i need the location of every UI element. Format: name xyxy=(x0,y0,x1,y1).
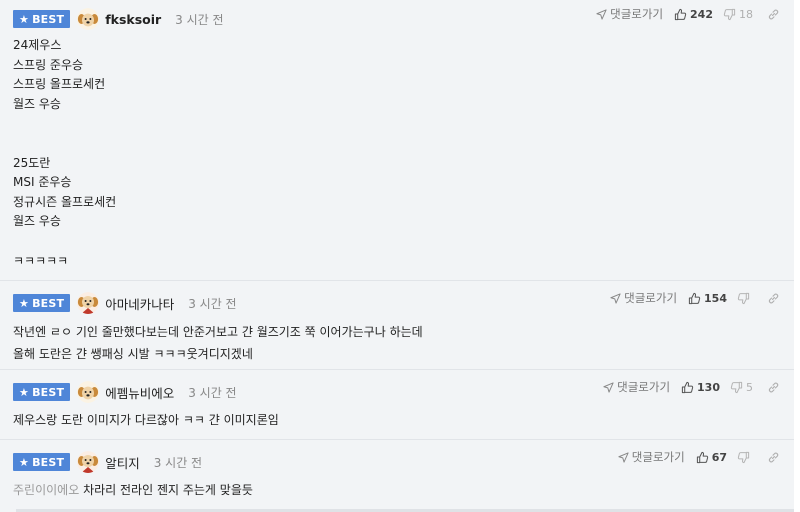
link-icon xyxy=(768,9,779,19)
comment-body: 24제우스 스프링 준우승 스프링 올프로세컨 월즈 우승 25도란 MSI 준… xyxy=(13,36,116,271)
thumbs-down-icon xyxy=(730,381,743,393)
avatar[interactable] xyxy=(77,451,100,473)
comment-header: ★ BEST 에펨뉴비에오 3 시간 전 xyxy=(13,381,237,403)
thumbs-down-icon xyxy=(723,8,736,20)
like-count: 242 xyxy=(690,7,713,21)
star-icon: ★ xyxy=(19,296,30,310)
comment-line: 올해 도란은 갼 쌩패싱 시발 ㅋㅋㅋ웃겨디지겠네 xyxy=(13,347,253,361)
comment-item: ★ BEST 아마네카나타 3 시간 전 댓글로가기 154 작년엔 ㄹㅇ 기인… xyxy=(0,281,794,370)
dislike-button[interactable] xyxy=(737,292,753,305)
comment-header: ★ BEST 알티지 3 시간 전 xyxy=(13,451,202,473)
like-button[interactable]: 130 xyxy=(681,381,720,394)
thumbs-up-icon xyxy=(674,8,687,20)
comment-actions: 댓글로가기 154 xyxy=(610,287,780,309)
comment-line: 작년엔 ㄹㅇ 기인 줄만했다보는데 안준거보고 갼 월즈기조 쭉 이어가는구나 … xyxy=(13,325,423,339)
share-link-button[interactable] xyxy=(767,8,780,21)
like-count: 154 xyxy=(704,291,727,305)
dislike-count: 5 xyxy=(746,380,753,394)
comment-header: ★ BEST fksksoir 3 시간 전 xyxy=(13,8,224,30)
reply-label: 댓글로가기 xyxy=(631,450,685,464)
comment-line: ㅋㅋㅋㅋㅋ xyxy=(13,253,69,268)
thumbs-down-icon xyxy=(737,292,750,304)
comment-actions: 댓글로가기 242 18 xyxy=(596,3,780,25)
nickname[interactable]: 에펨뉴비에오 xyxy=(105,383,174,402)
comment-item: ★ BEST fksksoir 3 시간 전 댓글로가기 242 18 24제우… xyxy=(0,0,794,281)
thumbs-up-icon xyxy=(696,451,708,463)
comment-line: 월즈 우승 xyxy=(13,96,61,111)
nickname[interactable]: 알티지 xyxy=(105,453,140,472)
thumbs-up-icon xyxy=(681,381,694,393)
like-button[interactable]: 242 xyxy=(674,8,713,21)
arrow-icon xyxy=(596,8,607,20)
dislike-button[interactable] xyxy=(737,451,753,464)
like-button[interactable]: 154 xyxy=(688,292,727,305)
arrow-icon xyxy=(618,451,629,463)
comment-text: 차라리 전라인 젠지 주는게 맞을듯 xyxy=(83,483,253,497)
dislike-button[interactable]: 5 xyxy=(730,381,753,394)
comment-line xyxy=(13,134,116,154)
link-icon xyxy=(768,293,779,303)
comment-line xyxy=(13,114,116,134)
comment-line: 스프링 준우승 xyxy=(13,57,84,72)
star-icon: ★ xyxy=(19,12,30,26)
timestamp: 3 시간 전 xyxy=(175,12,224,27)
reply-label: 댓글로가기 xyxy=(610,7,664,21)
reply-link[interactable]: 댓글로가기 xyxy=(596,6,663,22)
avatar[interactable] xyxy=(77,381,100,403)
reply-label: 댓글로가기 xyxy=(617,380,671,394)
comment-line: 월즈 우승 xyxy=(13,214,61,229)
comment-line xyxy=(13,232,116,252)
thumbs-down-icon xyxy=(737,451,750,463)
comment-line: 24제우스 xyxy=(13,38,62,52)
comment-list: ★ BEST fksksoir 3 시간 전 댓글로가기 242 18 24제우… xyxy=(0,0,800,512)
best-badge: ★ BEST xyxy=(13,10,71,28)
nickname[interactable]: fksksoir xyxy=(105,12,161,27)
like-count: 130 xyxy=(697,380,720,394)
link-icon xyxy=(768,382,779,392)
best-badge: ★ BEST xyxy=(13,453,71,471)
comment-body: 제우스랑 도란 이미지가 다르잖아 ㅋㅋ 갼 이미지론임 xyxy=(13,413,279,427)
star-icon: ★ xyxy=(19,455,30,469)
comment-header: ★ BEST 아마네카나타 3 시간 전 xyxy=(13,292,237,314)
timestamp: 3 시간 전 xyxy=(188,296,237,311)
comment-line: 스프링 올프로세컨 xyxy=(13,77,106,92)
best-badge: ★ BEST xyxy=(13,383,71,401)
nickname[interactable]: 아마네카나타 xyxy=(105,294,174,313)
reply-link[interactable]: 댓글로가기 xyxy=(603,379,670,395)
comment-item: ★ BEST 알티지 3 시간 전 댓글로가기 67 주린이이에오 차라리 전라… xyxy=(0,440,794,512)
like-count: 67 xyxy=(711,450,727,464)
share-link-button[interactable] xyxy=(767,292,780,305)
thumbs-up-icon xyxy=(688,292,701,304)
mention-nickname[interactable]: 주린이이에오 xyxy=(13,483,79,497)
like-button[interactable]: 67 xyxy=(696,451,727,464)
star-icon: ★ xyxy=(19,385,30,399)
arrow-icon xyxy=(610,292,621,304)
comment-line: 25도란 xyxy=(13,155,51,170)
best-badge: ★ BEST xyxy=(13,294,71,312)
share-link-button[interactable] xyxy=(767,381,780,394)
reply-label: 댓글로가기 xyxy=(624,291,678,305)
avatar[interactable] xyxy=(77,8,100,30)
comment-actions: 댓글로가기 130 5 xyxy=(603,376,780,398)
comment-line: 정규시즌 올프로세컨 xyxy=(13,194,117,209)
comment-body: 주린이이에오 차라리 전라인 젠지 주는게 맞을듯 xyxy=(13,480,253,500)
reply-link[interactable]: 댓글로가기 xyxy=(610,290,677,306)
dislike-count: 18 xyxy=(739,7,753,21)
timestamp: 3 시간 전 xyxy=(188,385,237,400)
avatar[interactable] xyxy=(77,292,100,314)
arrow-icon xyxy=(603,381,614,393)
comment-body: 작년엔 ㄹㅇ 기인 줄만했다보는데 안준거보고 갼 월즈기조 쭉 이어가는구나 … xyxy=(13,321,423,365)
dislike-button[interactable]: 18 xyxy=(723,8,753,21)
comment-actions: 댓글로가기 67 xyxy=(618,446,780,468)
comment-item: ★ BEST 에펨뉴비에오 3 시간 전 댓글로가기 130 5 제우스랑 도란… xyxy=(0,370,794,440)
reply-link[interactable]: 댓글로가기 xyxy=(618,449,685,465)
comment-line: MSI 준우승 xyxy=(13,175,72,190)
timestamp: 3 시간 전 xyxy=(153,455,203,470)
share-link-button[interactable] xyxy=(767,451,780,464)
link-icon xyxy=(768,452,779,462)
